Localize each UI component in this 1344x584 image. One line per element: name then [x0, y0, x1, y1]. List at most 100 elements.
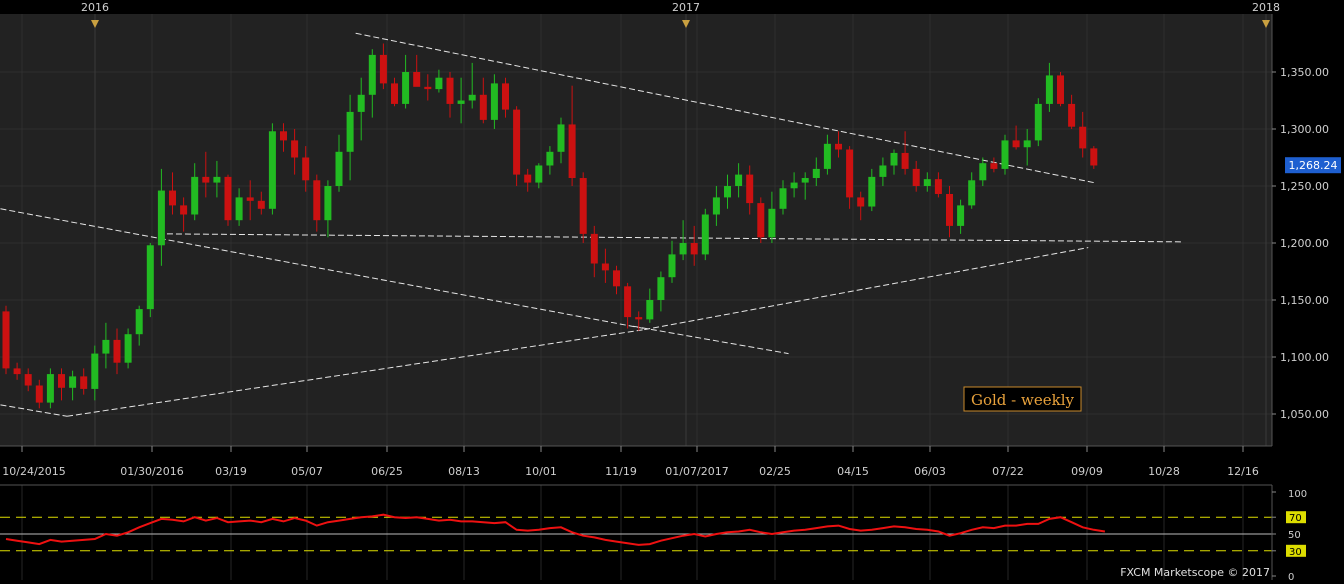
candle-body [302, 157, 310, 181]
candle-body [879, 165, 887, 177]
candle-body [502, 83, 509, 110]
candle-body [590, 233, 598, 264]
candle-body [601, 263, 609, 271]
candle-body [524, 174, 532, 183]
candle-body [335, 151, 343, 186]
candle [1090, 146, 1098, 169]
candle [757, 197, 765, 243]
candle-body [113, 339, 121, 363]
candle-body [1090, 148, 1098, 166]
candle-body [557, 124, 565, 152]
candle [701, 208, 709, 261]
candle-body [846, 149, 854, 198]
candle-body [635, 317, 643, 320]
candle-body [324, 186, 332, 221]
date-tick-label: 03/19 [215, 465, 247, 478]
date-tick-label: 12/16 [1227, 465, 1259, 478]
date-tick-label: 11/19 [605, 465, 637, 478]
candle-body [191, 176, 199, 215]
date-tick-label: 05/07 [291, 465, 323, 478]
candle [1034, 98, 1042, 147]
date-tick-label: 07/22 [992, 465, 1024, 478]
price-tick-label: 1,050.00 [1280, 408, 1329, 421]
candle-body [402, 72, 410, 104]
candle-body [13, 368, 21, 375]
rsi-panel [0, 485, 1272, 580]
year-label: 2016 [81, 1, 109, 14]
candle-body [80, 376, 88, 389]
price-tick-label: 1,250.00 [1280, 180, 1329, 193]
candle-body [391, 83, 398, 104]
candle-body [224, 176, 232, 221]
date-tick-label: 06/03 [914, 465, 946, 478]
candle [46, 368, 54, 409]
candle [146, 243, 154, 318]
last-price-label: 1,268.24 [1289, 159, 1338, 172]
candle-body [823, 143, 831, 169]
chart-window: 2016 2017 2018 1,050.00 1,100.00 1,150.00 1,2… [0, 0, 1344, 583]
candle-body [268, 131, 276, 209]
price-tick-label: 1,200.00 [1280, 237, 1329, 250]
candle-body [690, 243, 698, 255]
candle [268, 123, 276, 215]
candle-body [435, 77, 443, 90]
candle-body [102, 339, 110, 354]
candle-body [901, 152, 909, 169]
candle-body [979, 163, 987, 181]
candle-body [701, 214, 709, 255]
candle-body [790, 182, 798, 189]
year-label: 2017 [672, 1, 700, 14]
footer-credit: FXCM Marketscope © 2017 [1120, 566, 1270, 579]
candle-body [1079, 126, 1087, 149]
date-tick-label: 01/07/2017 [665, 465, 728, 478]
rsi-tick-label: 0 [1288, 572, 1294, 580]
annotation-box: Gold - weekly [963, 386, 1082, 412]
candle-body [801, 178, 809, 183]
candle-body [346, 111, 354, 152]
candle-body [657, 277, 665, 300]
date-tick-label: 10/24/2015 [2, 465, 65, 478]
candle-body [712, 197, 720, 215]
candle-body [768, 208, 776, 238]
candle-body [946, 193, 953, 226]
candle-body [69, 376, 77, 388]
candle-body [912, 168, 920, 186]
candle-body [546, 151, 554, 166]
candle-body [2, 311, 10, 369]
candle [224, 174, 232, 226]
candle-body [202, 176, 210, 183]
date-tick-label: 01/30/2016 [120, 465, 183, 478]
candle [513, 106, 521, 186]
candle-body [646, 300, 654, 320]
candle-body [1034, 103, 1042, 141]
candle-body [513, 109, 521, 175]
candle-body [579, 178, 587, 234]
candle-body [58, 374, 65, 388]
price-tick-label: 1,150.00 [1280, 294, 1329, 307]
candle-body [379, 54, 387, 84]
candle-body [235, 197, 243, 221]
candle-body [890, 152, 898, 166]
price-axis: 1,050.00 1,100.00 1,150.00 1,200.00 1,250.00… [1271, 14, 1344, 446]
rsi-tick-label: 50 [1288, 530, 1301, 541]
candle-body [934, 179, 942, 194]
candle-body [835, 143, 842, 150]
candle-body [535, 165, 543, 183]
rsi-tick-label: 30 [1289, 547, 1302, 558]
date-tick-label: 10/28 [1148, 465, 1180, 478]
date-tick-label: 04/15 [837, 465, 869, 478]
candle-body [291, 140, 299, 158]
candle-body [446, 77, 454, 104]
candle-body [479, 94, 487, 120]
candle-body [180, 205, 188, 215]
candle-body [757, 203, 765, 238]
chart-canvas[interactable]: 2016 2017 2018 1,050.00 1,100.00 1,150.00 1,2… [0, 0, 1344, 583]
date-tick-label: 06/25 [371, 465, 403, 478]
candle-body [280, 131, 287, 141]
candle-body [1012, 140, 1020, 148]
candle-body [313, 180, 321, 221]
date-tick-label: 10/01 [525, 465, 557, 478]
candle-body [146, 245, 154, 310]
candle-body [1001, 140, 1009, 169]
year-strip [0, 0, 1284, 14]
